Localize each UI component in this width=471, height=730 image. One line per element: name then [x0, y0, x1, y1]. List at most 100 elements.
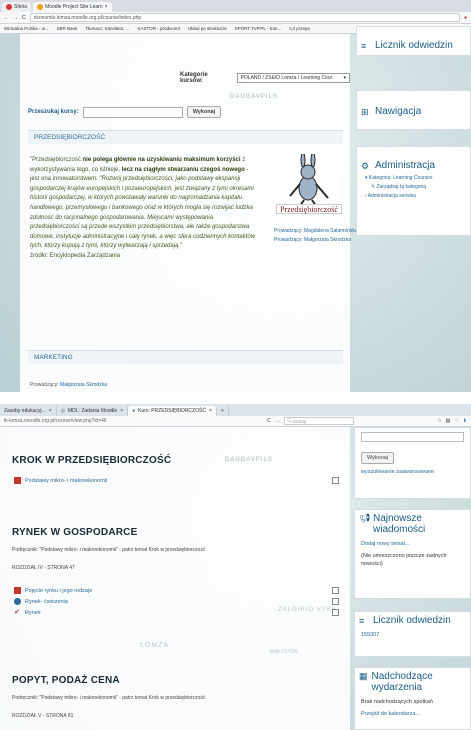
block-navigation: ⊞ Nawigacja: [356, 90, 471, 130]
tab-sferia[interactable]: Sferia: [2, 2, 32, 12]
course-header-marketing[interactable]: MARKETING: [28, 350, 343, 364]
page-content: Kategorie kursów: POLAND / ZSEiO Lomza /…: [0, 26, 471, 392]
visit-count: 155307: [361, 632, 380, 638]
megaphone-icon: 📢︎: [359, 513, 371, 523]
category-select[interactable]: POLAND / ZSEiO Lomza / Learning Cour ▾: [236, 73, 350, 83]
screenshot-top: Sferia Moodle Project Site Learn × ← → C…: [0, 0, 471, 392]
bookmark-c4[interactable]: C4 przepo: [289, 26, 310, 31]
forum-search-input[interactable]: [361, 432, 464, 442]
sidebar: ≡ Licznik odwiedzin ⊞ Nawigacja ⚙ Admini…: [356, 26, 471, 392]
block-visit-counter: ≡ Licznik odwiedzin: [356, 26, 471, 56]
main-region: Kategorie kursów: POLAND / ZSEiO Lomza /…: [20, 34, 358, 392]
course-rabbit-image: [278, 154, 340, 210]
completion-checkbox[interactable]: [332, 477, 339, 484]
add-topic-link[interactable]: Dodaj nowy temat...: [355, 538, 470, 550]
marketing-teacher: Prowadzący: Małgorzata Skrodzka: [30, 382, 107, 388]
bookmark-kastor[interactable]: KASTOR - producent: [138, 26, 180, 31]
list-icon: ≡: [359, 615, 365, 626]
clipboard-icon[interactable]: ▤: [446, 418, 451, 424]
bookmark-uklad[interactable]: Układ po strukturze: [188, 26, 227, 31]
address-bar-2: lk-lomza.moodle.org.pl/course/view.php?i…: [0, 416, 471, 427]
block-administration: ⚙ Administracja ▾ Kategoria: Learning Co…: [356, 146, 471, 236]
new-tab-button[interactable]: +: [217, 406, 229, 416]
calendar-link[interactable]: Przejdź do kalendarza...: [355, 708, 470, 720]
block-search: Wykonaj wyszukiwanie zaawansowane: [354, 427, 471, 499]
tab-kurs[interactable]: ● Kurs: PRZEDSIĘBIORCZOŚĆ ×: [128, 406, 217, 416]
course-summary: "Przedsiębiorczość nie polega głównie na…: [30, 157, 256, 259]
search-button-2[interactable]: Wykonaj: [361, 452, 395, 464]
sidebar-2: Wykonaj wyszukiwanie zaawansowane 📢︎ Naj…: [354, 427, 471, 730]
block-news: 📢︎ Najnowsze wiadomości Dodaj nowy temat…: [354, 509, 471, 599]
tab-bar-2: Zasoby edukacyj... × ◎ MDL: Zadania Moodl…: [0, 404, 471, 416]
activity-item[interactable]: Rynek- ćwiczenia: [14, 598, 68, 605]
map-label: ŻALGIRIO VYKS: [278, 607, 337, 613]
pocket-icon[interactable]: ♡: [454, 418, 458, 424]
bookmark-sport[interactable]: SPORT.TVP.PL - tran...: [235, 26, 281, 31]
quiz-check-icon: ✔: [14, 609, 20, 616]
arrow-right-icon[interactable]: →: [275, 418, 280, 424]
section-note: Podręcznik: "Podstawy mikro- i makroekon…: [12, 695, 206, 701]
moodle-favicon-icon: ●: [132, 408, 136, 414]
teacher-1: Prowadzący: Magdalena Salamońska: [274, 228, 358, 234]
completion-checkbox[interactable]: [332, 587, 339, 594]
reload-icon[interactable]: C: [22, 15, 26, 21]
forward-icon[interactable]: →: [13, 15, 18, 21]
pdf-icon: [14, 477, 21, 484]
sferia-favicon-icon: [6, 4, 12, 10]
reload-icon[interactable]: C: [267, 418, 271, 424]
section-title: POPYT, PODAŻ CENA: [12, 675, 120, 686]
tab-bar: Sferia Moodle Project Site Learn ×: [0, 0, 471, 12]
category-selector: Kategorie kursów: POLAND / ZSEiO Lomza /…: [180, 72, 350, 84]
chevron-down-icon: ▾: [343, 75, 346, 81]
activity-item[interactable]: Podstawy mikro- i makroekonomii: [14, 477, 107, 484]
calendar-icon: ▦: [359, 671, 368, 681]
sitemap-icon: ⊞: [361, 106, 369, 117]
back-icon[interactable]: ←: [4, 15, 9, 21]
completion-checkbox[interactable]: [332, 598, 339, 605]
section-chapter: ROZDZIAŁ V - STRONA 81: [12, 713, 74, 719]
map-label: BIAŁYSTOK: [270, 649, 298, 655]
moodle-icon: ◎: [60, 408, 65, 414]
moodle-favicon-icon: [37, 4, 44, 10]
separator: [0, 392, 471, 404]
admin-item-site-admin[interactable]: › Administracja serwisu: [357, 192, 470, 201]
block-upcoming-events: ▦ Nadchodzące wydarzenia Brak nadchodząc…: [354, 667, 471, 730]
tab-mdl[interactable]: ◎ MDL: Zadania Moodle ×: [57, 406, 129, 416]
page-content-2: DAUGAVPILS ŁOMŻA BIAŁYSTOK ŻALGIRIO VYKS…: [0, 427, 471, 730]
tab-moodle[interactable]: Moodle Project Site Learn ×: [33, 2, 112, 12]
section-title: KROK W PRZEDSIĘBIORCZOŚĆ: [12, 455, 172, 466]
url-field-2[interactable]: lk-lomza.moodle.org.pl/course/view.php?i…: [4, 418, 184, 424]
exercise-icon: [14, 598, 21, 605]
advanced-search-link[interactable]: wyszukiwanie zaawansowane: [355, 466, 470, 478]
course-image-caption: Przedsiębiorczość: [276, 204, 342, 214]
course-header-przedsiebiorczosc[interactable]: PRZEDSIĘBIORCZOŚĆ: [28, 130, 343, 144]
completion-checkbox[interactable]: [332, 609, 339, 616]
bookmark-wp[interactable]: Wirtualna Polska - w...: [4, 26, 49, 31]
url-field[interactable]: ekonomik-lomza.moodle.org.pl/course/inde…: [29, 13, 460, 22]
map-label: ŁOMŻA: [140, 642, 170, 649]
events-empty: Brak nadchodzących spotkań: [361, 699, 433, 705]
browser-search-field[interactable]: 🔍︎ Szukaj: [283, 417, 354, 425]
map-label: DAUGAVPILS: [225, 457, 273, 463]
block-visit-counter-2: ≡ Licznik odwiedzin 155307: [354, 611, 471, 657]
search-button[interactable]: Wykonaj: [186, 106, 222, 118]
admin-item-manage-category[interactable]: ✎ Zarządzaj tą kategorią: [357, 183, 470, 192]
screenshot-bottom: Zasoby edukacyj... × ◎ MDL: Zadania Moodl…: [0, 404, 471, 730]
admin-item-category[interactable]: ▾ Kategoria: Learning Courses: [357, 174, 470, 183]
extension-icon[interactable]: ●: [464, 15, 467, 21]
star-icon[interactable]: ☆: [437, 418, 441, 424]
address-bar: ← → C ekonomik-lomza.moodle.org.pl/cours…: [0, 12, 471, 24]
bookmark-sbr[interactable]: SBR Bank: [57, 26, 78, 31]
activity-item[interactable]: ✔ Rynek: [14, 609, 41, 616]
map-label: DAUGAVPILS: [230, 94, 278, 100]
teacher-2: Prowadzący: Małgorzata Skrodzka: [274, 237, 351, 243]
close-icon[interactable]: ×: [105, 4, 108, 10]
activity-item[interactable]: Pojęcie rynku i jego rodzaje: [14, 587, 92, 594]
tab-zasoby[interactable]: Zasoby edukacyj... ×: [0, 406, 57, 416]
course-search-input[interactable]: [82, 106, 183, 118]
gear-icon: ⚙: [361, 160, 370, 171]
download-icon[interactable]: ⬇: [463, 418, 467, 424]
course-search: Przeszukaj kursy: Wykonaj: [28, 106, 222, 118]
bookmark-translator[interactable]: Tłumacz, translator, ...: [85, 26, 129, 31]
section-note: Podręcznik: "Podstawy mikro- i makroekon…: [12, 547, 206, 553]
